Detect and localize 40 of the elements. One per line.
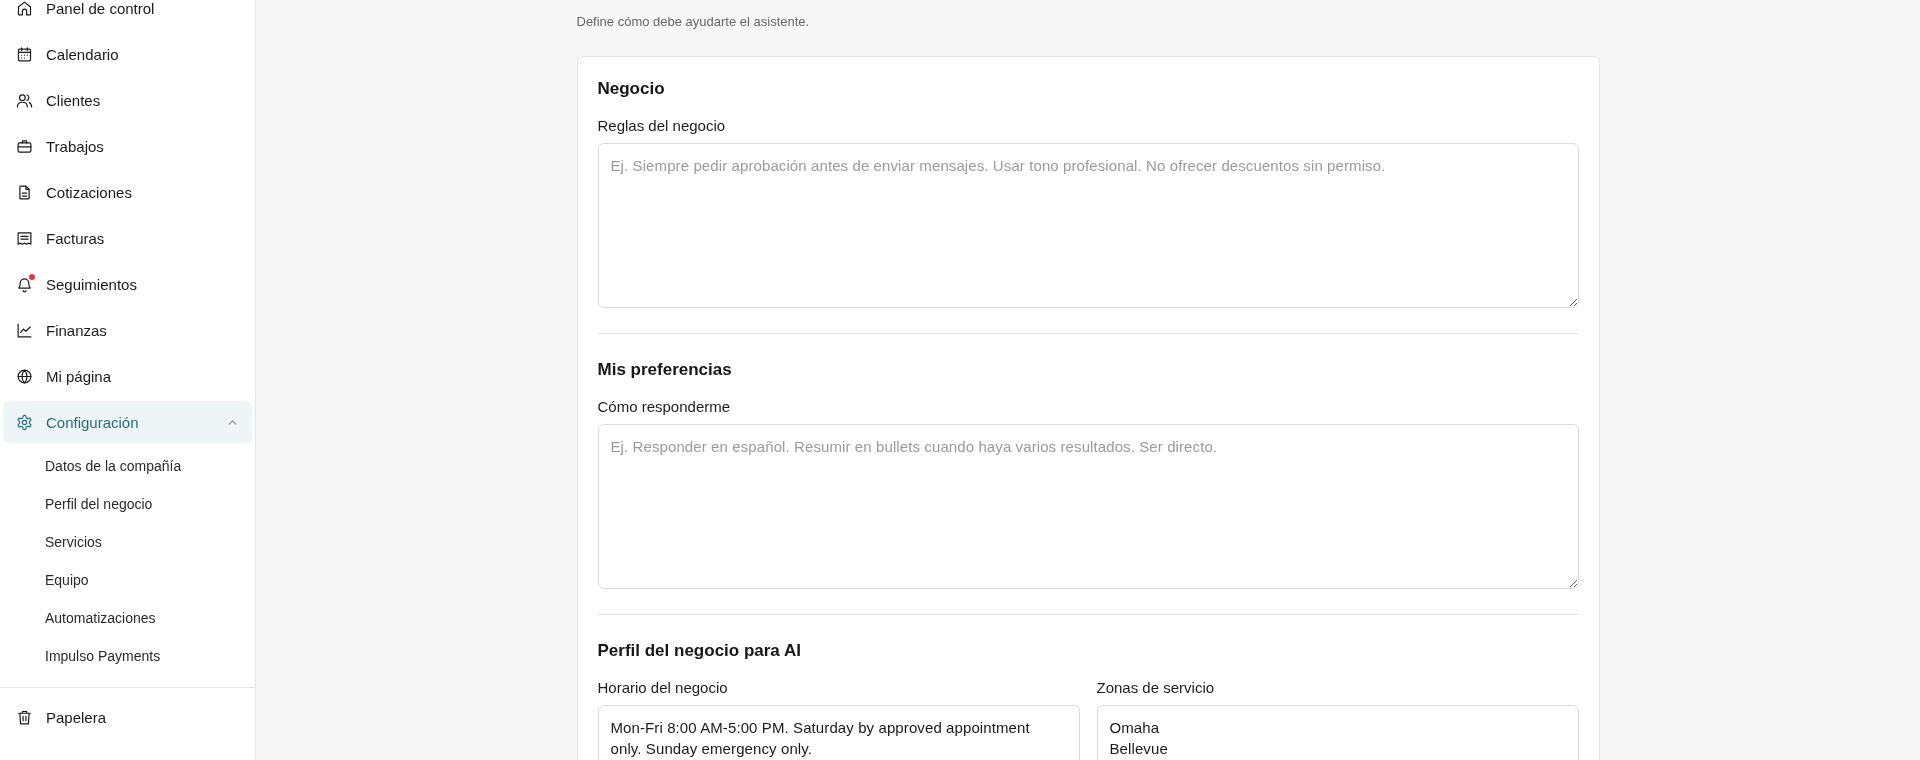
nav-subitem[interactable]: Impulso Payments	[3, 637, 252, 675]
calendar-icon	[16, 45, 33, 63]
receipt-icon	[16, 229, 33, 247]
page-subtitle: Define cómo debe ayudarte el asistente.	[576, 13, 811, 31]
users-icon	[16, 91, 33, 109]
document-icon	[16, 183, 33, 201]
section-title: Perfil del negocio para AI	[597, 640, 802, 662]
home-icon	[16, 0, 33, 17]
nav-item[interactable]: Clientes	[3, 79, 252, 121]
nav-subitem[interactable]: Perfil del negocio	[3, 485, 252, 523]
nav-item[interactable]: Configuración	[3, 401, 252, 443]
field-label: Reglas del negocio	[597, 116, 727, 136]
briefcase-icon	[16, 137, 33, 155]
nav-item[interactable]: Finanzas	[3, 309, 252, 351]
text-area[interactable]: Omaha Bellevue	[1096, 705, 1579, 760]
nav-subitem[interactable]: Datos de la compañía	[3, 447, 252, 485]
nav-item[interactable]: Seguimientos	[3, 263, 252, 305]
field-label: Zonas de servicio	[1096, 678, 1216, 698]
nav-subitem[interactable]: Servicios	[3, 523, 252, 561]
nav-item[interactable]: Facturas	[3, 217, 252, 259]
field-label: Cómo responderme	[597, 397, 732, 417]
text-area[interactable]: Ej. Siempre pedir aprobación antes de enviar mensajes. Usar tono profesional. No ofrecer descuentos sin permiso.	[597, 143, 1579, 308]
nav-item[interactable]: Panel de control	[3, 0, 252, 29]
text-area[interactable]: Ej. Responder en español. Resumir en bullets cuando haya varios resultados. Ser directo.	[597, 424, 1579, 589]
field-label: Horario del negocio	[597, 678, 729, 698]
nav-item[interactable]: Calendario	[3, 33, 252, 75]
section-title: Mis preferencias	[597, 359, 733, 381]
nav-subitem[interactable]: Automatizaciones	[3, 599, 252, 637]
nav-item[interactable]: Trabajos	[3, 125, 252, 167]
settings-icon	[16, 413, 33, 431]
nav-subitem[interactable]: Equipo	[3, 561, 252, 599]
trash-icon	[16, 708, 33, 726]
nav-item[interactable]: Mi página	[3, 355, 252, 397]
bell-icon	[16, 275, 33, 293]
line-chart-icon	[16, 321, 33, 339]
nav-item[interactable]: Cotizaciones	[3, 171, 252, 213]
globe-icon	[16, 367, 33, 385]
nav-item[interactable]: Papelera	[3, 696, 252, 738]
text-area[interactable]: Mon-Fri 8:00 AM-5:00 PM. Saturday by approved appointment only. Sunday emergency only.	[597, 705, 1080, 760]
section-title: Negocio	[597, 78, 666, 100]
